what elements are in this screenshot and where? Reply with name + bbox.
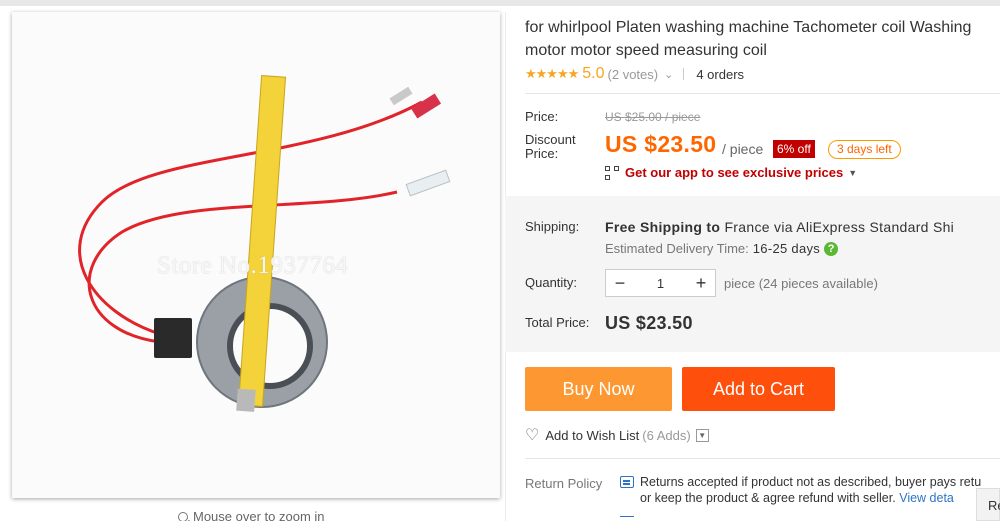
return-policy-line-1: Returns accepted if product not as descr… — [640, 475, 982, 489]
wishlist-label: Add to Wish List — [545, 427, 640, 443]
product-title-line-1: for whirlpool Platen washing machine Tac… — [525, 19, 972, 36]
help-icon[interactable]: ? — [824, 241, 839, 256]
shipping-label: Shipping: — [525, 219, 580, 234]
chevron-down-icon[interactable]: ⌄ — [664, 68, 673, 81]
app-promo-link[interactable]: Get our app to see exclusive prices ▼ — [605, 165, 857, 180]
side-tab[interactable]: Re — [976, 488, 1000, 521]
orders-count: 4 orders — [696, 66, 745, 82]
discount-label-line-2: Price: — [525, 146, 559, 161]
total-price-label: Total Price: — [525, 315, 590, 330]
free-shipping-text: Free Shipping to — [605, 219, 721, 235]
days-left-badge: 3 days left — [828, 140, 901, 159]
discount-price: US $23.50 — [605, 131, 717, 157]
shipping-destination: France via AliExpress Standard Shi — [724, 219, 955, 235]
watermark: Store No.1937764 — [157, 252, 349, 279]
quantity-label: Quantity: — [525, 275, 578, 290]
next-section-label — [525, 515, 545, 521]
product-title: for whirlpool Platen washing machine Tac… — [525, 16, 1000, 62]
return-policy-label: Return Policy — [525, 476, 603, 491]
divider — [683, 68, 685, 80]
product-title-line-2: motor motor speed measuring coil — [525, 42, 767, 59]
zoom-hint-text: Mouse over to zoom in — [193, 509, 325, 521]
delivery-estimate: Estimated Delivery Time: 16-25 days ? — [605, 241, 839, 256]
return-policy-icon — [620, 476, 634, 488]
increase-quantity-button[interactable]: + — [687, 270, 715, 296]
discount-badge: 6% off — [773, 140, 815, 158]
quantity-stepper: − 1 + — [605, 269, 716, 297]
quantity-available: piece (24 pieces available) — [724, 276, 878, 291]
wishlist-count: (6 Adds) — [642, 427, 691, 443]
delivery-label: Estimated Delivery Time: — [605, 241, 749, 256]
app-promo-text: Get our app to see exclusive prices — [625, 165, 844, 180]
shipping-option[interactable]: Free Shipping to France via AliExpress S… — [605, 219, 954, 235]
votes-link[interactable]: (2 votes) — [608, 67, 659, 82]
quantity-input[interactable]: 1 — [634, 276, 687, 291]
zoom-hint: Mouse over to zoom in — [178, 509, 325, 521]
decrease-quantity-button[interactable]: − — [606, 270, 634, 296]
magnifier-icon — [178, 512, 188, 521]
total-price: US $23.50 — [605, 313, 693, 333]
rating-row: ★★★★★ 5.0 (2 votes) ⌄ 4 orders — [525, 64, 744, 84]
top-bar — [0, 0, 1000, 6]
chevron-down-icon[interactable]: ▼ — [695, 428, 709, 442]
delivery-days: 16-25 days — [752, 241, 821, 256]
return-policy-line-2: or keep the product & agree refund with … — [640, 490, 981, 506]
price-label: Price: — [525, 109, 559, 124]
original-price: US $25.00 / piece — [605, 110, 701, 124]
guarantee-icon — [620, 516, 634, 521]
discount-price-label: Discount Price: — [525, 133, 576, 161]
heart-plus-icon: ♡ — [525, 427, 540, 444]
product-image[interactable]: Store No.1937764 — [12, 12, 500, 498]
rating-value: 5.0 — [582, 65, 605, 82]
buy-now-button[interactable]: Buy Now — [525, 367, 672, 411]
return-policy-text: Returns accepted if product not as descr… — [640, 474, 981, 506]
caret-down-icon: ▼ — [848, 167, 858, 178]
view-details-link[interactable]: View deta — [899, 491, 954, 505]
divider — [525, 458, 1000, 459]
divider — [525, 93, 1000, 94]
rating-stars-icon: ★★★★★ — [525, 66, 579, 81]
add-to-cart-button[interactable]: Add to Cart — [682, 367, 835, 411]
qr-code-icon — [605, 165, 619, 180]
add-to-wishlist[interactable]: ♡ Add to Wish List (6 Adds) ▼ — [525, 425, 709, 445]
discount-label-line-1: Discount — [525, 132, 576, 147]
per-piece-label: / piece — [722, 141, 764, 157]
return-policy-line-2-text: or keep the product & agree refund with … — [640, 491, 896, 505]
